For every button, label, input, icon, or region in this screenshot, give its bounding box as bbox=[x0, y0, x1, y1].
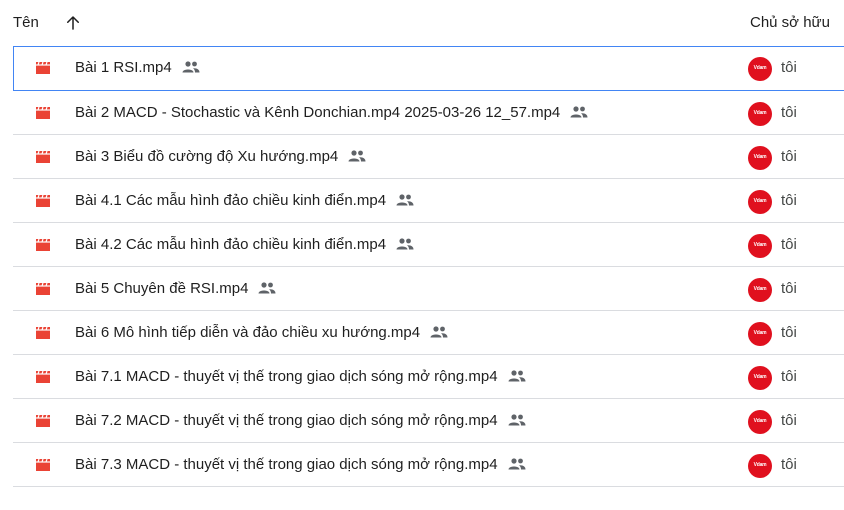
shared-people-icon bbox=[570, 106, 588, 118]
owner-name: tôi bbox=[781, 368, 797, 385]
video-file-icon bbox=[36, 150, 50, 163]
avatar-logo-text: Vdam bbox=[753, 462, 767, 468]
owner-name: tôi bbox=[781, 236, 797, 253]
file-name[interactable]: Bài 5 Chuyên đề RSI.mp4 bbox=[75, 280, 276, 297]
video-file-icon bbox=[36, 106, 50, 119]
file-row[interactable]: Bài 3 Biểu đồ cường độ Xu hướng.mp4 Vdam… bbox=[13, 135, 844, 179]
file-name-text: Bài 3 Biểu đồ cường độ Xu hướng.mp4 bbox=[75, 148, 339, 165]
owner-avatar[interactable]: Vdam bbox=[748, 366, 772, 390]
owner-avatar[interactable]: Vdam bbox=[748, 322, 772, 346]
owner-avatar[interactable]: Vdam bbox=[748, 57, 772, 81]
arrow-up-icon[interactable] bbox=[64, 14, 82, 32]
video-file-icon bbox=[36, 238, 50, 251]
video-file-icon bbox=[36, 458, 50, 471]
shared-people-icon bbox=[508, 414, 526, 426]
owner-name: tôi bbox=[781, 148, 797, 165]
file-name-text: Bài 7.3 MACD - thuyết vị thế trong giao … bbox=[75, 456, 498, 473]
owner-avatar[interactable]: Vdam bbox=[748, 146, 772, 170]
shared-people-icon bbox=[258, 282, 276, 294]
file-row[interactable]: Bài 5 Chuyên đề RSI.mp4 Vdam tôi bbox=[13, 267, 844, 311]
video-file-icon bbox=[36, 414, 50, 427]
owner-name: tôi bbox=[781, 280, 797, 297]
file-name-text: Bài 6 Mô hình tiếp diễn và đảo chiều xu … bbox=[75, 324, 421, 341]
file-list: Bài 1 RSI.mp4 Vdam tôi Bài 2 MACD - Stoc… bbox=[13, 46, 844, 487]
column-header-owner[interactable]: Chủ sở hữu bbox=[750, 14, 830, 31]
avatar-logo-text: Vdam bbox=[753, 242, 767, 248]
list-header: Tên Chủ sở hữu bbox=[0, 0, 844, 46]
file-name[interactable]: Bài 7.3 MACD - thuyết vị thế trong giao … bbox=[75, 456, 526, 473]
column-header-name[interactable]: Tên bbox=[13, 14, 39, 31]
shared-people-icon bbox=[396, 238, 414, 250]
owner-avatar[interactable]: Vdam bbox=[748, 410, 772, 434]
file-row[interactable]: Bài 4.1 Các mẫu hình đảo chiều kinh điển… bbox=[13, 179, 844, 223]
shared-people-icon bbox=[430, 326, 448, 338]
shared-people-icon bbox=[396, 194, 414, 206]
owner-avatar[interactable]: Vdam bbox=[748, 102, 772, 126]
file-row[interactable]: Bài 7.2 MACD - thuyết vị thế trong giao … bbox=[13, 399, 844, 443]
file-name-text: Bài 2 MACD - Stochastic và Kênh Donchian… bbox=[75, 104, 561, 121]
file-name[interactable]: Bài 1 RSI.mp4 bbox=[75, 59, 200, 76]
file-name-text: Bài 5 Chuyên đề RSI.mp4 bbox=[75, 280, 249, 297]
file-row[interactable]: Bài 1 RSI.mp4 Vdam tôi bbox=[13, 46, 844, 91]
owner-name: tôi bbox=[781, 324, 797, 341]
file-name[interactable]: Bài 6 Mô hình tiếp diễn và đảo chiều xu … bbox=[75, 324, 448, 341]
video-file-icon bbox=[36, 194, 50, 207]
owner-avatar[interactable]: Vdam bbox=[748, 190, 772, 214]
avatar-logo-text: Vdam bbox=[753, 374, 767, 380]
owner-name: tôi bbox=[781, 104, 797, 121]
file-list-page: Tên Chủ sở hữu Bài 1 RSI.mp4 Vdam tôi Bà… bbox=[0, 0, 844, 510]
file-row[interactable]: Bài 4.2 Các mẫu hình đảo chiều kinh điển… bbox=[13, 223, 844, 267]
owner-avatar[interactable]: Vdam bbox=[748, 454, 772, 478]
video-file-icon bbox=[36, 282, 50, 295]
avatar-logo-text: Vdam bbox=[753, 198, 767, 204]
video-file-icon bbox=[36, 370, 50, 383]
owner-name: tôi bbox=[781, 456, 797, 473]
file-name[interactable]: Bài 7.1 MACD - thuyết vị thế trong giao … bbox=[75, 368, 526, 385]
file-name[interactable]: Bài 2 MACD - Stochastic và Kênh Donchian… bbox=[75, 104, 588, 121]
file-name-text: Bài 4.2 Các mẫu hình đảo chiều kinh điển… bbox=[75, 236, 387, 253]
file-name-text: Bài 7.1 MACD - thuyết vị thế trong giao … bbox=[75, 368, 498, 385]
avatar-logo-text: Vdam bbox=[753, 154, 767, 160]
file-name-text: Bài 1 RSI.mp4 bbox=[75, 59, 172, 76]
file-name[interactable]: Bài 4.1 Các mẫu hình đảo chiều kinh điển… bbox=[75, 192, 414, 209]
avatar-logo-text: Vdam bbox=[753, 330, 767, 336]
file-row[interactable]: Bài 6 Mô hình tiếp diễn và đảo chiều xu … bbox=[13, 311, 844, 355]
video-file-icon bbox=[36, 61, 50, 74]
owner-name: tôi bbox=[781, 192, 797, 209]
file-name[interactable]: Bài 3 Biểu đồ cường độ Xu hướng.mp4 bbox=[75, 148, 366, 165]
owner-name: tôi bbox=[781, 412, 797, 429]
file-name-text: Bài 4.1 Các mẫu hình đảo chiều kinh điển… bbox=[75, 192, 387, 209]
avatar-logo-text: Vdam bbox=[753, 286, 767, 292]
owner-avatar[interactable]: Vdam bbox=[748, 278, 772, 302]
avatar-logo-text: Vdam bbox=[753, 418, 767, 424]
file-row[interactable]: Bài 7.1 MACD - thuyết vị thế trong giao … bbox=[13, 355, 844, 399]
avatar-logo-text: Vdam bbox=[753, 110, 767, 116]
file-name[interactable]: Bài 4.2 Các mẫu hình đảo chiều kinh điển… bbox=[75, 236, 414, 253]
shared-people-icon bbox=[508, 370, 526, 382]
shared-people-icon bbox=[182, 61, 200, 73]
file-row[interactable]: Bài 7.3 MACD - thuyết vị thế trong giao … bbox=[13, 443, 844, 487]
shared-people-icon bbox=[508, 458, 526, 470]
video-file-icon bbox=[36, 326, 50, 339]
file-row[interactable]: Bài 2 MACD - Stochastic và Kênh Donchian… bbox=[13, 91, 844, 135]
owner-name: tôi bbox=[781, 59, 797, 76]
avatar-logo-text: Vdam bbox=[753, 65, 767, 71]
owner-avatar[interactable]: Vdam bbox=[748, 234, 772, 258]
file-name-text: Bài 7.2 MACD - thuyết vị thế trong giao … bbox=[75, 412, 498, 429]
shared-people-icon bbox=[348, 150, 366, 162]
file-name[interactable]: Bài 7.2 MACD - thuyết vị thế trong giao … bbox=[75, 412, 526, 429]
